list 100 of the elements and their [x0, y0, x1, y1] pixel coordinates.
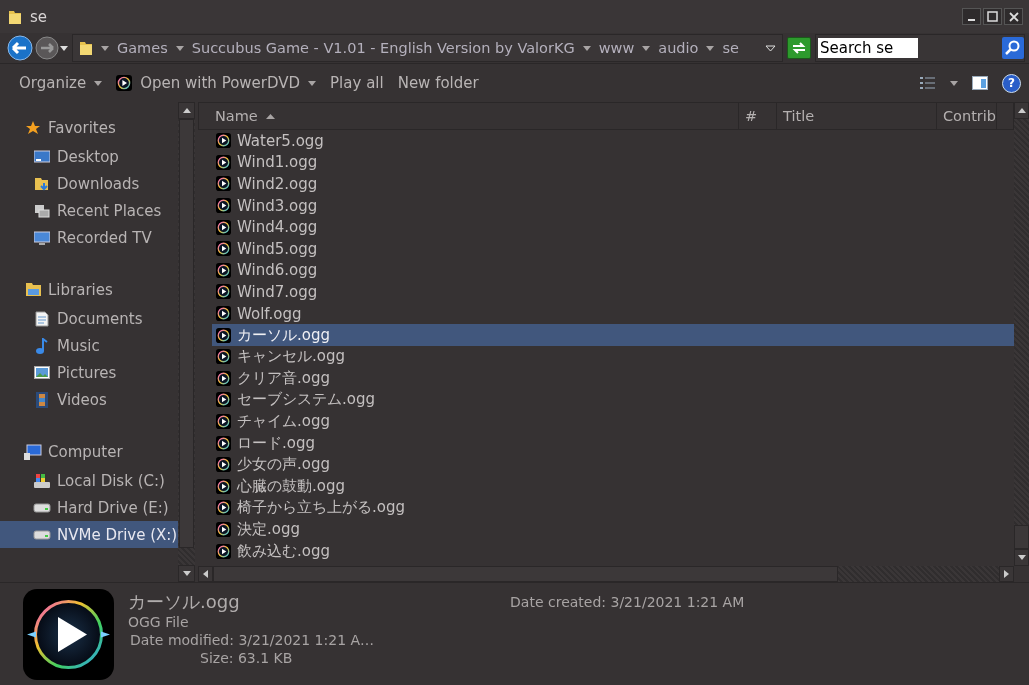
caret-icon[interactable] [642, 45, 651, 51]
recent-places-icon [34, 202, 50, 219]
sidebar-item[interactable]: NVMe Drive (X:) [0, 521, 178, 548]
sidebar-item[interactable]: Videos [0, 386, 178, 413]
media-file-icon [216, 349, 231, 365]
file-row[interactable]: Wind3.ogg [212, 194, 1014, 217]
preview-pane-icon[interactable] [972, 76, 988, 90]
file-row[interactable]: Wind2.ogg [212, 173, 1014, 195]
folder-icon [8, 8, 22, 25]
file-row[interactable]: Wind7.ogg [212, 281, 1014, 303]
right-arrow-icon[interactable] [1004, 570, 1009, 578]
toolbar-button[interactable]: New folder [390, 70, 486, 96]
file-row[interactable]: ロード.ogg [212, 432, 1014, 454]
sidebar-item[interactable]: Recorded TV [0, 224, 178, 251]
file-row[interactable]: キャンセル.ogg [212, 345, 1014, 368]
history-caret-icon[interactable] [60, 45, 68, 51]
sidebar-item[interactable]: Pictures [0, 359, 178, 386]
search-field[interactable]: Search se [815, 34, 1025, 62]
refresh-button[interactable] [787, 37, 811, 59]
sidebar-heading[interactable]: Favorites [48, 118, 116, 137]
file-row[interactable]: 少女の声.ogg [212, 453, 1014, 476]
sidebar-item[interactable]: Downloads [0, 170, 178, 197]
down-arrow-icon[interactable] [1017, 555, 1026, 560]
caret-icon[interactable] [950, 80, 958, 86]
breadcrumb[interactable]: www [598, 40, 635, 56]
column-header[interactable]: Title [777, 103, 937, 129]
scrollbar-thumb[interactable] [179, 119, 194, 548]
monitor-icon [34, 230, 50, 245]
breadcrumb[interactable]: audio [658, 40, 699, 56]
left-arrow-icon[interactable] [203, 570, 208, 578]
down-arrow-icon[interactable] [182, 571, 191, 576]
search-icon[interactable] [1002, 37, 1024, 59]
maximize-icon[interactable] [987, 11, 998, 22]
sidebar-heading[interactable]: Libraries [48, 280, 113, 299]
column-header[interactable]: Contrib [937, 103, 997, 129]
caret-icon[interactable] [582, 45, 591, 51]
close-button[interactable] [1004, 8, 1023, 25]
file-row[interactable]: Wind5.ogg [212, 237, 1014, 260]
sidebar-item[interactable]: Desktop [0, 143, 178, 170]
media-file-icon [216, 522, 231, 537]
file-row[interactable]: 椅子から立ち上がる.ogg [212, 497, 1014, 519]
file-row[interactable]: Wind6.ogg [212, 259, 1014, 282]
folder-icon [24, 282, 42, 297]
picture-icon [34, 366, 50, 379]
drive-icon [33, 472, 51, 489]
file-row[interactable]: 心臓の鼓動.ogg [212, 475, 1014, 498]
file-row[interactable]: Wolf.ogg [212, 302, 1014, 325]
file-row[interactable]: Wind1.ogg [212, 151, 1014, 174]
media-file-icon [216, 154, 231, 170]
caret-icon[interactable] [706, 45, 715, 51]
back-button[interactable] [6, 34, 34, 62]
toolbar-button[interactable]: Open with PowerDVD [109, 70, 324, 96]
media-file-icon [216, 241, 231, 257]
folder-icon [34, 175, 50, 192]
maximize-button[interactable] [983, 8, 1002, 25]
file-row[interactable]: セーブシステム.ogg [212, 389, 1014, 411]
file-name: カーソル.ogg [128, 591, 241, 613]
minimize-button[interactable] [962, 8, 981, 25]
scrollbar[interactable] [178, 102, 195, 582]
file-row[interactable]: チャイム.ogg [212, 410, 1014, 433]
forward-button[interactable] [34, 35, 60, 61]
star-icon [25, 119, 41, 136]
file-row[interactable]: Wind4.ogg [212, 216, 1014, 238]
breadcrumb[interactable]: Games [117, 40, 168, 56]
breadcrumb[interactable]: se [722, 40, 739, 56]
toolbar-button[interactable]: Organize [12, 70, 110, 96]
column-header[interactable]: Name [199, 103, 739, 129]
file-row[interactable]: Water5.ogg [212, 130, 1014, 152]
media-file-icon [216, 306, 231, 322]
media-file-icon [216, 478, 231, 494]
toolbar-button[interactable]: Play all [323, 70, 391, 96]
caret-icon [94, 80, 103, 86]
help-button[interactable]: ? [1002, 73, 1021, 93]
file-row[interactable]: カーソル.ogg [212, 324, 1014, 346]
media-file-icon [216, 262, 231, 278]
view-options-icon[interactable] [920, 76, 936, 90]
media-file-icon [216, 370, 231, 386]
up-arrow-icon[interactable] [182, 108, 191, 113]
sidebar-item[interactable]: Documents [0, 305, 178, 332]
sidebar-item[interactable]: Hard Drive (E:) [0, 494, 178, 521]
close-icon[interactable] [1008, 11, 1019, 22]
caret-icon[interactable] [101, 45, 109, 51]
media-player-icon [23, 589, 114, 680]
sidebar-item[interactable]: Recent Places [0, 197, 178, 224]
file-row[interactable]: 決定.ogg [212, 518, 1014, 541]
scrollbar[interactable] [1014, 102, 1029, 566]
sidebar-heading[interactable]: Computer [48, 442, 123, 461]
file-row[interactable]: 飲み込む.ogg [212, 540, 1014, 562]
column-header[interactable]: # [739, 103, 777, 129]
sidebar-item[interactable]: Local Disk (C:) [0, 467, 178, 494]
caret-icon[interactable] [175, 45, 184, 51]
file-row[interactable]: クリア音.ogg [212, 367, 1014, 390]
horizontal-scrollbar[interactable] [198, 566, 1014, 582]
dropdown-icon[interactable] [765, 44, 776, 52]
sidebar-item[interactable]: Music [0, 332, 178, 359]
up-arrow-icon[interactable] [1017, 108, 1026, 113]
breadcrumb[interactable]: Succubus Game - V1.01 - English Version by ValorKG [191, 40, 575, 56]
media-file-icon [216, 176, 231, 192]
sort-arrow-icon [265, 113, 275, 119]
media-file-icon [216, 133, 231, 149]
